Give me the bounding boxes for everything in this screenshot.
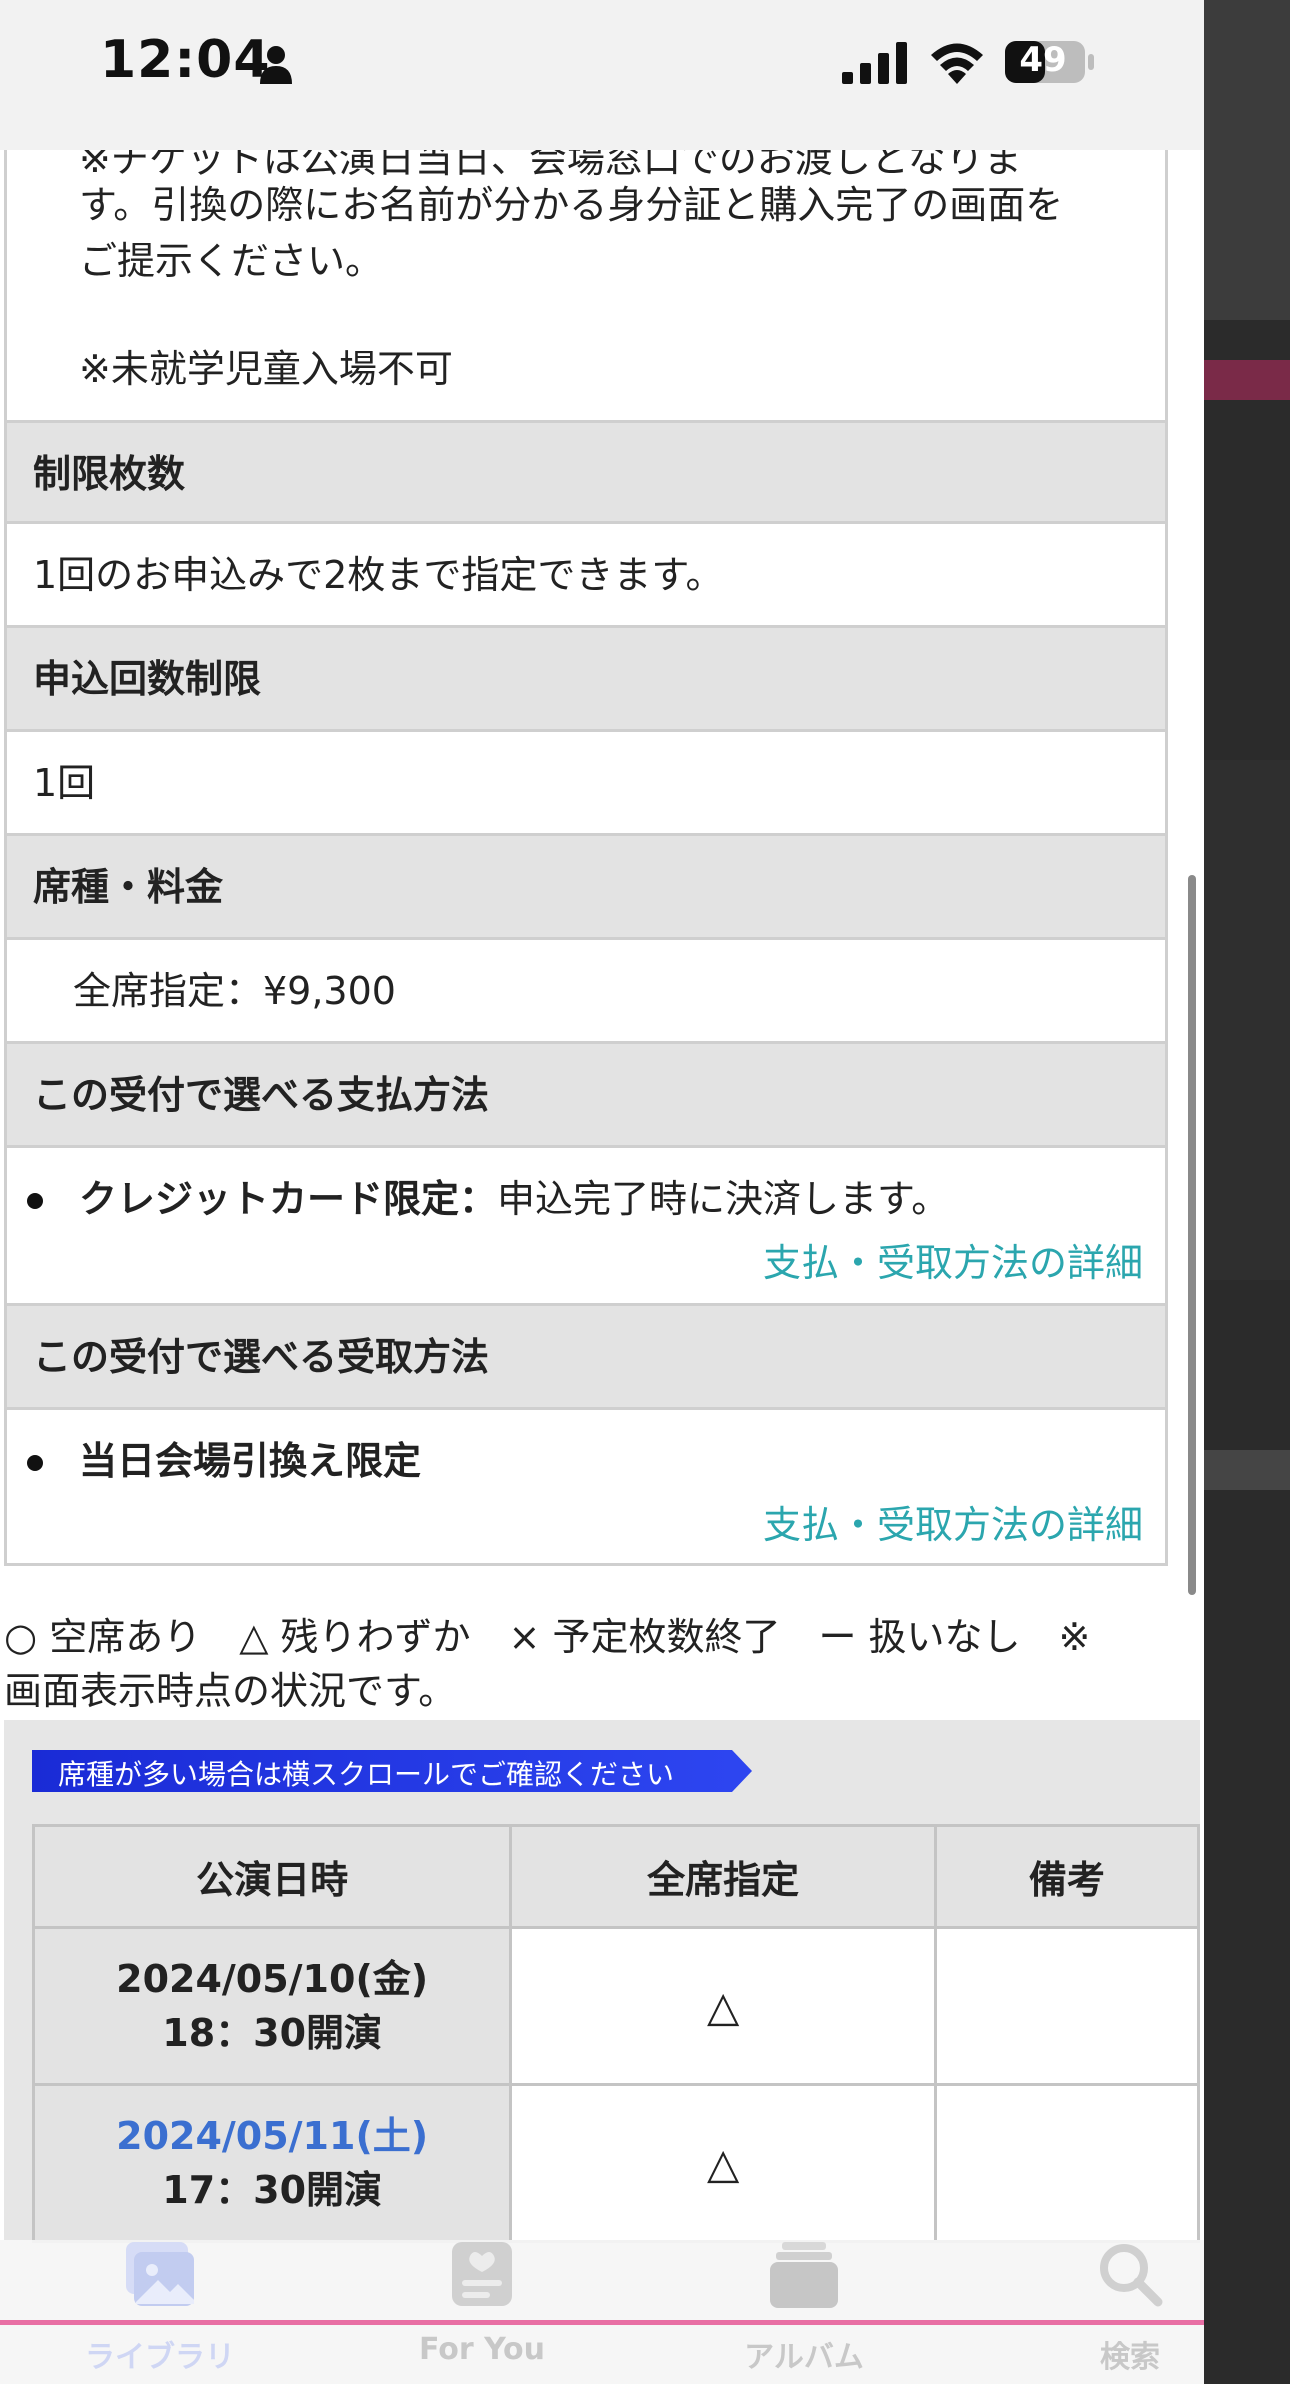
bullet-icon <box>27 1193 43 1209</box>
browser-sheet: 12:04 49 ※チケットは公演日当日、会場窓口でのお渡しとなりま す。引換の… <box>0 0 1204 2384</box>
notes-line: ※未就学児童入場不可 <box>79 347 453 391</box>
tab-label: ライブラリ <box>85 2340 235 2375</box>
performance-date: 2024/05/11(土) 17：30開演 <box>31 2083 513 2243</box>
time-text: 18：30開演 <box>162 2011 383 2055</box>
schedule-table: 公演日時 全席指定 備考 2024/05/10(金) 18：30開演 △ 202… <box>31 1824 1201 2243</box>
availability-legend: ○ 空席あり △ 残りわずか × 予定枚数終了 ー 扱いなし ※ 画面表示時点の… <box>4 1610 1204 1718</box>
receive-method-row: 当日会場引換え限定 支払・受取方法の詳細 <box>4 1410 1168 1566</box>
seat-heading-row: 席種・料金 <box>4 836 1168 940</box>
ticket-notes: ※チケットは公演日当日、会場窓口でのお渡しとなりま す。引換の際にお名前が分かる… <box>4 137 1168 420</box>
status-bar: 12:04 49 <box>0 0 1204 150</box>
notes-line: す。引換の際にお名前が分かる身分証と購入完了の画面を <box>79 183 1064 227</box>
battery-level: 49 <box>1019 40 1067 80</box>
wifi-icon <box>931 43 983 84</box>
status-time: 12:04 <box>100 30 271 90</box>
receive-heading-row: この受付で選べる受取方法 <box>4 1306 1168 1410</box>
tab-accent-line <box>0 2320 1204 2325</box>
search-icon <box>1100 2244 1163 2307</box>
remarks-cell <box>933 2083 1201 2243</box>
date-text: 2024/05/11(土) <box>116 2114 429 2158</box>
legend-line: 画面表示時点の状況です。 <box>4 1669 457 1713</box>
background-app-strip <box>1204 0 1290 2384</box>
payment-method-text: 申込完了時に決済します。 <box>497 1177 950 1221</box>
receive-heading: この受付で選べる受取方法 <box>33 1335 490 1379</box>
apply-limit-heading: 申込回数制限 <box>33 657 262 701</box>
header-remarks: 備考 <box>933 1824 1201 1929</box>
payment-method: クレジットカード限定：申込完了時に決済します。 <box>79 1174 949 1224</box>
scroll-indicator[interactable] <box>1188 875 1196 1595</box>
payment-details-link[interactable]: 支払・受取方法の詳細 <box>763 1232 1143 1287</box>
person-icon <box>260 46 292 84</box>
performance-date: 2024/05/10(金) 18：30開演 <box>31 1926 513 2086</box>
availability-cell[interactable]: △ <box>509 2083 937 2243</box>
seat-heading: 席種・料金 <box>33 865 224 909</box>
tab-label: 検索 <box>1100 2340 1160 2375</box>
bullet-icon <box>27 1455 43 1471</box>
receive-method: 当日会場引換え限定 <box>79 1439 422 1483</box>
date-text: 2024/05/10(金) <box>116 1957 429 2001</box>
tab-label: アルバム <box>744 2340 864 2375</box>
remarks-cell <box>933 1926 1201 2086</box>
notes-line: ご提示ください。 <box>79 239 384 283</box>
receive-details-link[interactable]: 支払・受取方法の詳細 <box>763 1494 1143 1549</box>
limit-value: 1回のお申込みで2枚まで指定できます。 <box>33 553 724 597</box>
payment-method-row: クレジットカード限定：申込完了時に決済します。 支払・受取方法の詳細 <box>4 1148 1168 1306</box>
table-row: 2024/05/11(土) 17：30開演 △ <box>31 2083 1201 2243</box>
limit-value-row: 1回のお申込みで2枚まで指定できます。 <box>4 524 1168 628</box>
scroll-hint-text: 席種が多い場合は横スクロールでご確認ください <box>58 1758 675 1791</box>
limit-heading: 制限枚数 <box>33 452 186 496</box>
apply-limit-value: 1回 <box>33 761 96 805</box>
seat-price: 全席指定：¥9,300 <box>73 969 396 1013</box>
legend-line: ○ 空席あり △ 残りわずか × 予定枚数終了 ー 扱いなし ※ <box>4 1615 1091 1659</box>
photo-library-icon <box>126 2242 194 2306</box>
seat-value-row: 全席指定：¥9,300 <box>4 940 1168 1044</box>
header-date: 公演日時 <box>31 1824 513 1929</box>
for-you-icon <box>452 2242 512 2306</box>
schedule-section[interactable]: 席種が多い場合は横スクロールでご確認ください 公演日時 全席指定 備考 2024… <box>4 1720 1201 2243</box>
apply-limit-heading-row: 申込回数制限 <box>4 628 1168 732</box>
payment-heading: この受付で選べる支払方法 <box>33 1073 490 1117</box>
table-row: 2024/05/10(金) 18：30開演 △ <box>31 1926 1201 2086</box>
tab-for-you[interactable]: For You <box>382 2240 582 2384</box>
album-icon <box>770 2242 838 2308</box>
payment-method-bold: クレジットカード限定： <box>79 1177 498 1221</box>
apply-limit-value-row: 1回 <box>4 732 1168 836</box>
tab-library[interactable]: ライブラリ <box>60 2240 260 2384</box>
scroll-hint-banner: 席種が多い場合は横スクロールでご確認ください <box>32 1750 752 1792</box>
time-text: 17：30開演 <box>162 2168 383 2212</box>
availability-cell[interactable]: △ <box>509 1926 937 2086</box>
payment-heading-row: この受付で選べる支払方法 <box>4 1044 1168 1148</box>
tab-search[interactable]: 検索 <box>1030 2240 1204 2384</box>
cellular-signal-icon <box>842 42 907 84</box>
tab-album[interactable]: アルバム <box>704 2240 904 2384</box>
limit-heading-row: 制限枚数 <box>4 420 1168 524</box>
tab-label: For You <box>418 2332 546 2367</box>
header-all-seats: 全席指定 <box>509 1824 937 1929</box>
tab-bar: ライブラリ For You アルバム 検索 <box>0 2240 1204 2384</box>
